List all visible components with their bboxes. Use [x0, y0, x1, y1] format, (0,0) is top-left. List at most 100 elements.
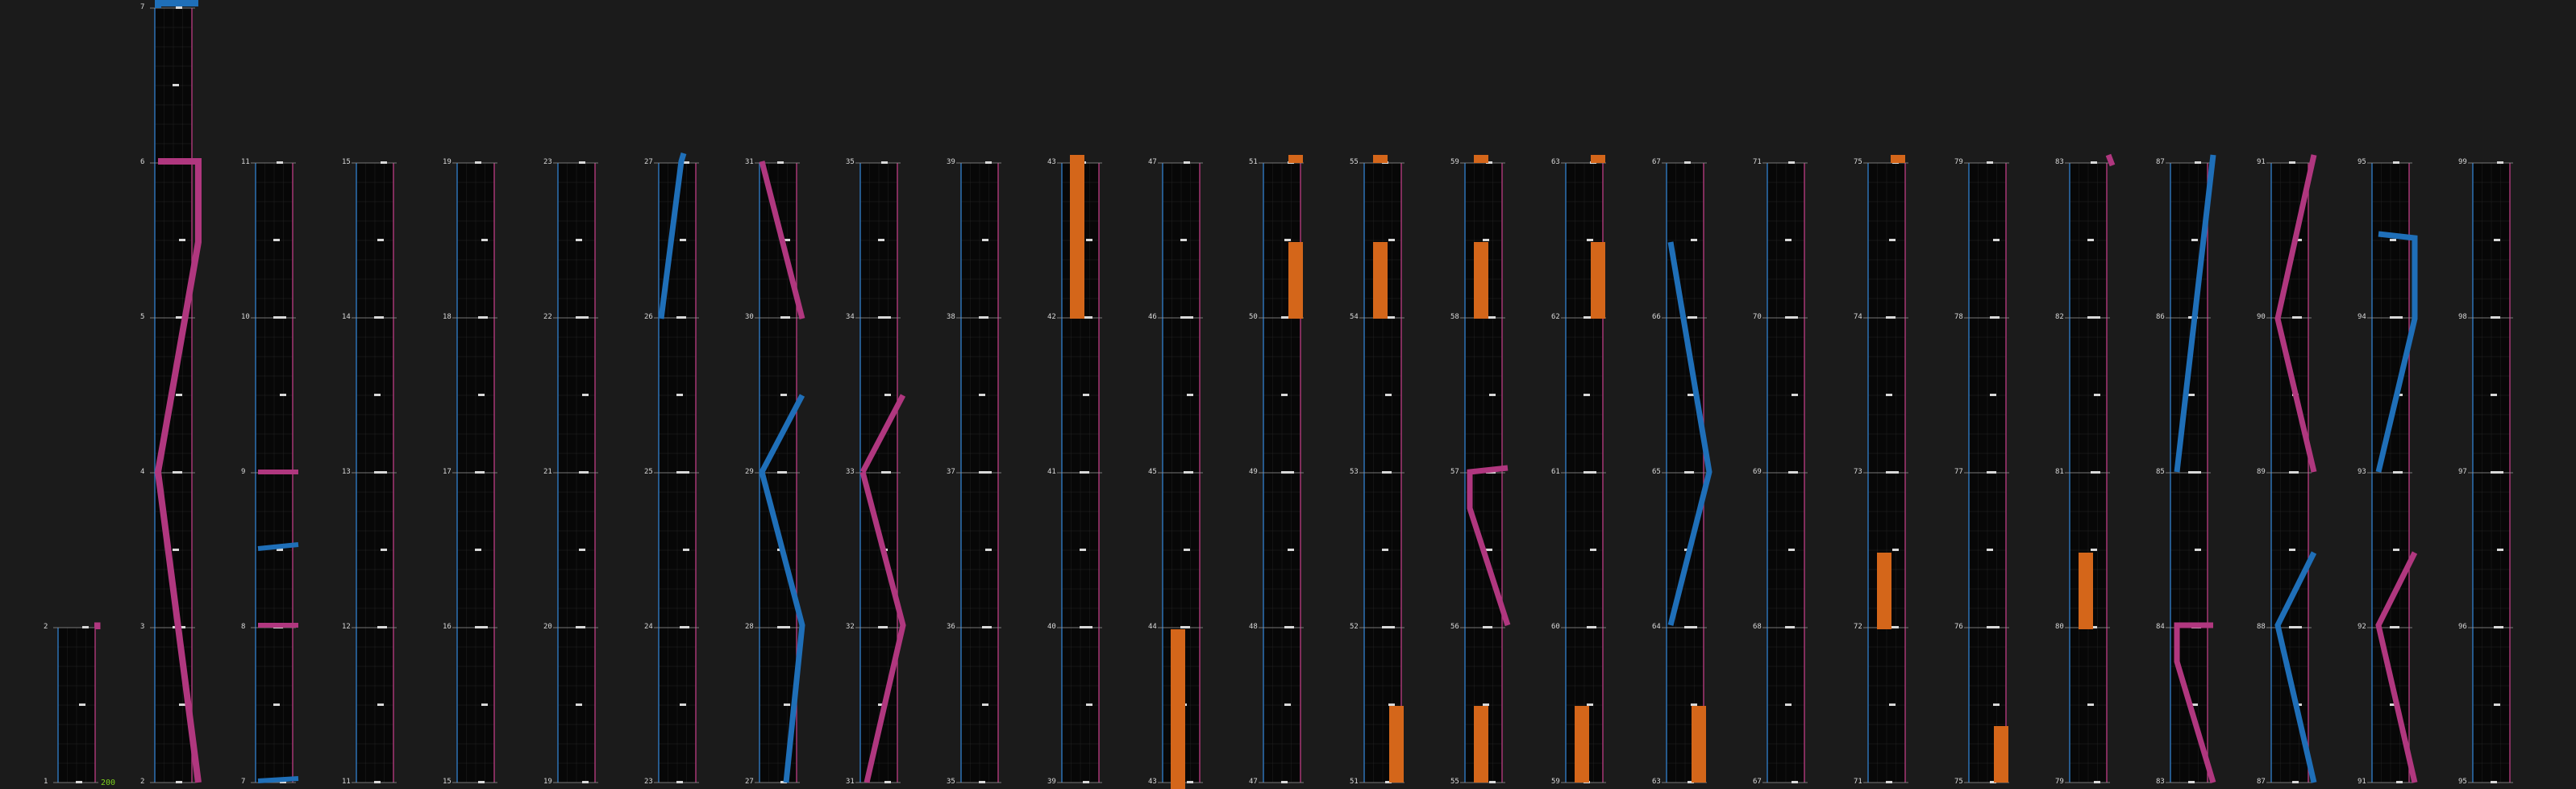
tap-note[interactable]: [2289, 161, 2295, 164]
tap-note[interactable]: [2188, 471, 2195, 474]
tap-note[interactable]: [1281, 394, 1288, 396]
tap-note[interactable]: [2188, 781, 2195, 783]
tap-note[interactable]: [173, 549, 179, 551]
tap-note[interactable]: [82, 626, 89, 628]
tap-note[interactable]: [777, 626, 784, 628]
tap-note[interactable]: [683, 549, 689, 551]
tap-note[interactable]: [878, 626, 884, 628]
tap-note[interactable]: [2195, 549, 2201, 551]
tap-note[interactable]: [1785, 703, 1792, 706]
tap-note[interactable]: [1993, 703, 2000, 706]
tap-note[interactable]: [881, 471, 888, 474]
tap-note[interactable]: [985, 549, 992, 551]
tap-note[interactable]: [982, 626, 988, 628]
tap-note[interactable]: [777, 471, 784, 474]
tap-note[interactable]: [1987, 626, 1993, 628]
tap-note[interactable]: [884, 781, 891, 783]
tap-note[interactable]: [1180, 239, 1187, 241]
tap-note[interactable]: [985, 471, 992, 474]
tap-note[interactable]: [1284, 239, 1291, 241]
tap-note[interactable]: [680, 703, 686, 706]
tap-note[interactable]: [1684, 161, 1691, 164]
tap-note[interactable]: [1080, 549, 1086, 551]
tap-note[interactable]: [179, 239, 185, 241]
hold-note-orange[interactable]: [2079, 553, 2093, 629]
tap-note[interactable]: [1990, 394, 1996, 396]
tap-note[interactable]: [884, 316, 891, 319]
hold-note-orange[interactable]: [1891, 155, 1905, 163]
tap-note[interactable]: [1788, 471, 1795, 474]
tap-note[interactable]: [579, 549, 585, 551]
tap-note[interactable]: [1187, 781, 1193, 783]
tap-note[interactable]: [576, 626, 582, 628]
tap-note[interactable]: [1489, 781, 1496, 783]
tap-note[interactable]: [676, 781, 683, 783]
tap-note[interactable]: [1792, 781, 1798, 783]
tap-note[interactable]: [381, 549, 387, 551]
tap-note[interactable]: [2497, 161, 2503, 164]
tap-note[interactable]: [176, 316, 182, 319]
tap-note[interactable]: [1892, 471, 1899, 474]
tap-note[interactable]: [1180, 626, 1187, 628]
tap-note[interactable]: [1184, 471, 1190, 474]
tap-note[interactable]: [881, 161, 888, 164]
tap-note[interactable]: [985, 161, 992, 164]
tap-note[interactable]: [1281, 316, 1288, 319]
tap-note[interactable]: [79, 703, 85, 706]
tap-note[interactable]: [1382, 471, 1388, 474]
tap-note[interactable]: [374, 316, 381, 319]
tap-note[interactable]: [2497, 549, 2503, 551]
tap-note[interactable]: [2497, 471, 2503, 474]
tap-note[interactable]: [1785, 626, 1792, 628]
tap-note[interactable]: [1486, 549, 1492, 551]
tap-note[interactable]: [1587, 239, 1593, 241]
hold-note-orange[interactable]: [1692, 706, 1706, 783]
chart-editor-canvas[interactable]: 1223456778910111112131415151617181919202…: [0, 0, 2576, 789]
hold-note-orange[interactable]: [1288, 155, 1303, 163]
tap-note[interactable]: [2390, 626, 2396, 628]
tap-note[interactable]: [2390, 316, 2396, 319]
tap-note[interactable]: [2289, 626, 2295, 628]
tap-note[interactable]: [2295, 626, 2302, 628]
tap-note[interactable]: [582, 781, 589, 783]
tap-note[interactable]: [280, 394, 286, 396]
tap-note[interactable]: [878, 316, 884, 319]
tap-note[interactable]: [374, 394, 381, 396]
tap-note[interactable]: [1388, 239, 1395, 241]
tap-note[interactable]: [481, 703, 488, 706]
tap-note[interactable]: [1691, 239, 1697, 241]
tap-note[interactable]: [377, 626, 384, 628]
tap-note[interactable]: [2195, 161, 2201, 164]
tap-note[interactable]: [1184, 549, 1190, 551]
hold-note-orange[interactable]: [1994, 726, 2008, 783]
tap-note[interactable]: [475, 471, 481, 474]
tap-note[interactable]: [1688, 316, 1694, 319]
tap-note[interactable]: [2289, 549, 2295, 551]
tap-note[interactable]: [2091, 549, 2097, 551]
tap-note[interactable]: [381, 161, 387, 164]
tap-note[interactable]: [1583, 316, 1590, 319]
hold-note-orange[interactable]: [1373, 155, 1388, 163]
tap-note[interactable]: [582, 394, 589, 396]
tap-note[interactable]: [1987, 161, 1993, 164]
tap-note[interactable]: [777, 161, 784, 164]
tap-note[interactable]: [478, 781, 485, 783]
tap-note[interactable]: [478, 394, 485, 396]
hold-note-orange[interactable]: [1389, 706, 1404, 783]
tap-note[interactable]: [1587, 703, 1593, 706]
tap-note[interactable]: [676, 394, 683, 396]
tap-note[interactable]: [1684, 471, 1691, 474]
tap-note[interactable]: [1590, 471, 1596, 474]
hold-note-orange[interactable]: [1474, 242, 1488, 319]
tap-note[interactable]: [1788, 549, 1795, 551]
tap-note[interactable]: [1785, 239, 1792, 241]
tap-note[interactable]: [176, 781, 182, 783]
tap-note[interactable]: [280, 316, 286, 319]
tap-note[interactable]: [1184, 161, 1190, 164]
tap-note[interactable]: [1080, 471, 1086, 474]
tap-note[interactable]: [784, 703, 790, 706]
tap-note[interactable]: [179, 703, 185, 706]
tap-note[interactable]: [1382, 549, 1388, 551]
tap-note[interactable]: [579, 471, 585, 474]
tap-note[interactable]: [1483, 626, 1489, 628]
